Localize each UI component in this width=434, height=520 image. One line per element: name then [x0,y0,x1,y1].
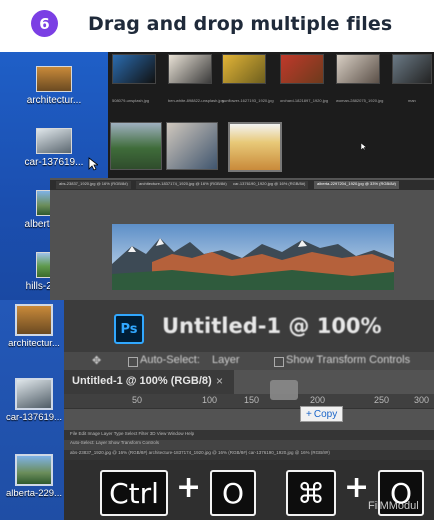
document-tab-label: Untitled-1 @ 100% (RGB/8) [72,375,212,387]
document-tab[interactable]: car-1376190_1920.jpg @ 16% (RGB/8#) [230,181,309,189]
horizontal-ruler: 50 100 150 200 250 300 [64,394,434,409]
layer-dropdown[interactable]: Layer [212,354,240,366]
file-name-label: ben-white-898822-unsplash.jpg [168,98,224,103]
file-name-label: man [408,98,416,103]
desktop-explorer-screenshot: architectur... car-137619... alberta-229… [0,52,434,300]
plus-icon: + [306,408,312,420]
file-thumbnail[interactable] [392,54,432,84]
lesson-header: 6 Drag and drop multiple files [0,0,434,52]
desktop-file-label: architectur... [26,95,82,106]
o-key: O [210,470,256,516]
watermark: FilMModul [368,500,419,512]
ctrl-key: Ctrl [100,470,168,516]
command-key: ⌘ [286,470,336,516]
desktop-file-label: architectur... [8,338,60,349]
plus-sign: + [176,470,202,505]
document-canvas[interactable] [50,190,434,300]
photoshop-window-small: abs-23837_1920.jpg @ 16% (RGB/8#) archit… [50,178,434,300]
image-file-icon [15,378,53,410]
copy-drop-tooltip: + Copy [300,406,344,422]
ruler-mark: 150 [244,395,260,405]
desktop-file-alberta[interactable]: alberta-229... [4,454,64,499]
file-thumbnail[interactable] [168,54,212,84]
desktop-file-architecture[interactable]: architectur... [4,304,64,349]
document-tab-bar: abs-23837_1920.jpg @ 16% (RGB/8#) archit… [50,180,434,190]
document-tab[interactable]: architecture-1837174_1920.jpg @ 16% (RGB… [136,181,230,189]
transform-controls-checkbox[interactable] [274,357,284,367]
desktop-file-architecture[interactable]: architectur... [6,66,102,106]
document-tab[interactable]: abs-23837_1920.jpg @ 16% (RGB/8#) [56,181,131,189]
step-number-badge: 6 [31,10,58,37]
image-file-icon [15,304,53,336]
inset-photoshop-toolbar: File Edit Image Layer Type Select Filter… [64,430,434,460]
desktop-background-zoomed: architectur... car-137619... alberta-229… [0,300,64,520]
app-title-bar: Ps Untitled-1 @ 100% [64,300,434,352]
document-tab-active[interactable]: Untitled-1 @ 100% (RGB/8) × [64,370,234,394]
lesson-title: Drag and drop multiple files [88,13,393,35]
file-name-label: woman-2882075_1920.jpg [336,98,384,103]
tool-options-bar: ✥ Auto-Select: Layer Show Transform Cont… [64,352,434,370]
file-thumbnail[interactable] [336,54,380,84]
copy-tooltip-label: Copy [313,408,338,420]
file-name-label: 508079-unsplash.jpg [112,98,150,103]
ruler-mark: 250 [374,395,390,405]
desktop-file-label: alberta-229... [6,488,62,499]
file-thumbnail[interactable] [110,122,162,170]
file-name-label: orchard-1821897_1920.jpg [280,98,329,103]
window-title: Untitled-1 @ 100% [162,314,382,338]
file-name-label: sunflower-1627193_1920.jpg [222,98,274,103]
mountain-panorama-image [112,224,394,290]
photoshop-zoomed-screenshot: architectur... car-137619... alberta-229… [0,300,434,520]
image-file-icon [15,454,53,486]
ruler-mark: 200 [310,395,326,405]
dragged-file-preview [270,380,298,400]
close-tab-icon[interactable]: × [216,374,223,388]
move-tool-icon[interactable]: ✥ [92,354,101,367]
mouse-cursor-icon [361,143,367,151]
auto-select-checkbox[interactable] [128,357,138,367]
desktop-file-car[interactable]: car-137619... [4,378,64,423]
file-thumbnail[interactable] [222,54,266,84]
document-area: Untitled-1 @ 100% (RGB/8) × 50 100 150 2… [64,370,434,430]
file-thumbnail[interactable] [280,54,324,84]
transform-controls-label: Show Transform Controls [286,354,411,366]
file-thumbnail[interactable] [166,122,218,170]
mouse-cursor-icon [88,157,98,171]
options-bar-small[interactable]: Auto-Select: Layer Show Transform Contro… [64,440,434,450]
plus-sign: + [344,470,370,505]
ruler-mark: 100 [202,395,218,405]
photoshop-logo-icon: Ps [114,314,144,344]
auto-select-label: Auto-Select: [140,354,200,366]
desktop-file-label: car-137619... [6,412,62,423]
ruler-mark: 50 [132,395,143,405]
document-tabs-small[interactable]: abs-23837_1920.jpg @ 16% (RGB/8#) archit… [64,450,434,460]
file-thumbnail[interactable] [112,54,156,84]
document-tab-active[interactable]: alberta-2297204_1920.jpg @ 33% (RGB/8#) [314,181,399,189]
image-file-icon [36,66,72,92]
file-thumbnail-selected[interactable] [228,122,282,172]
image-file-icon [36,128,72,154]
ruler-mark: 300 [414,395,430,405]
